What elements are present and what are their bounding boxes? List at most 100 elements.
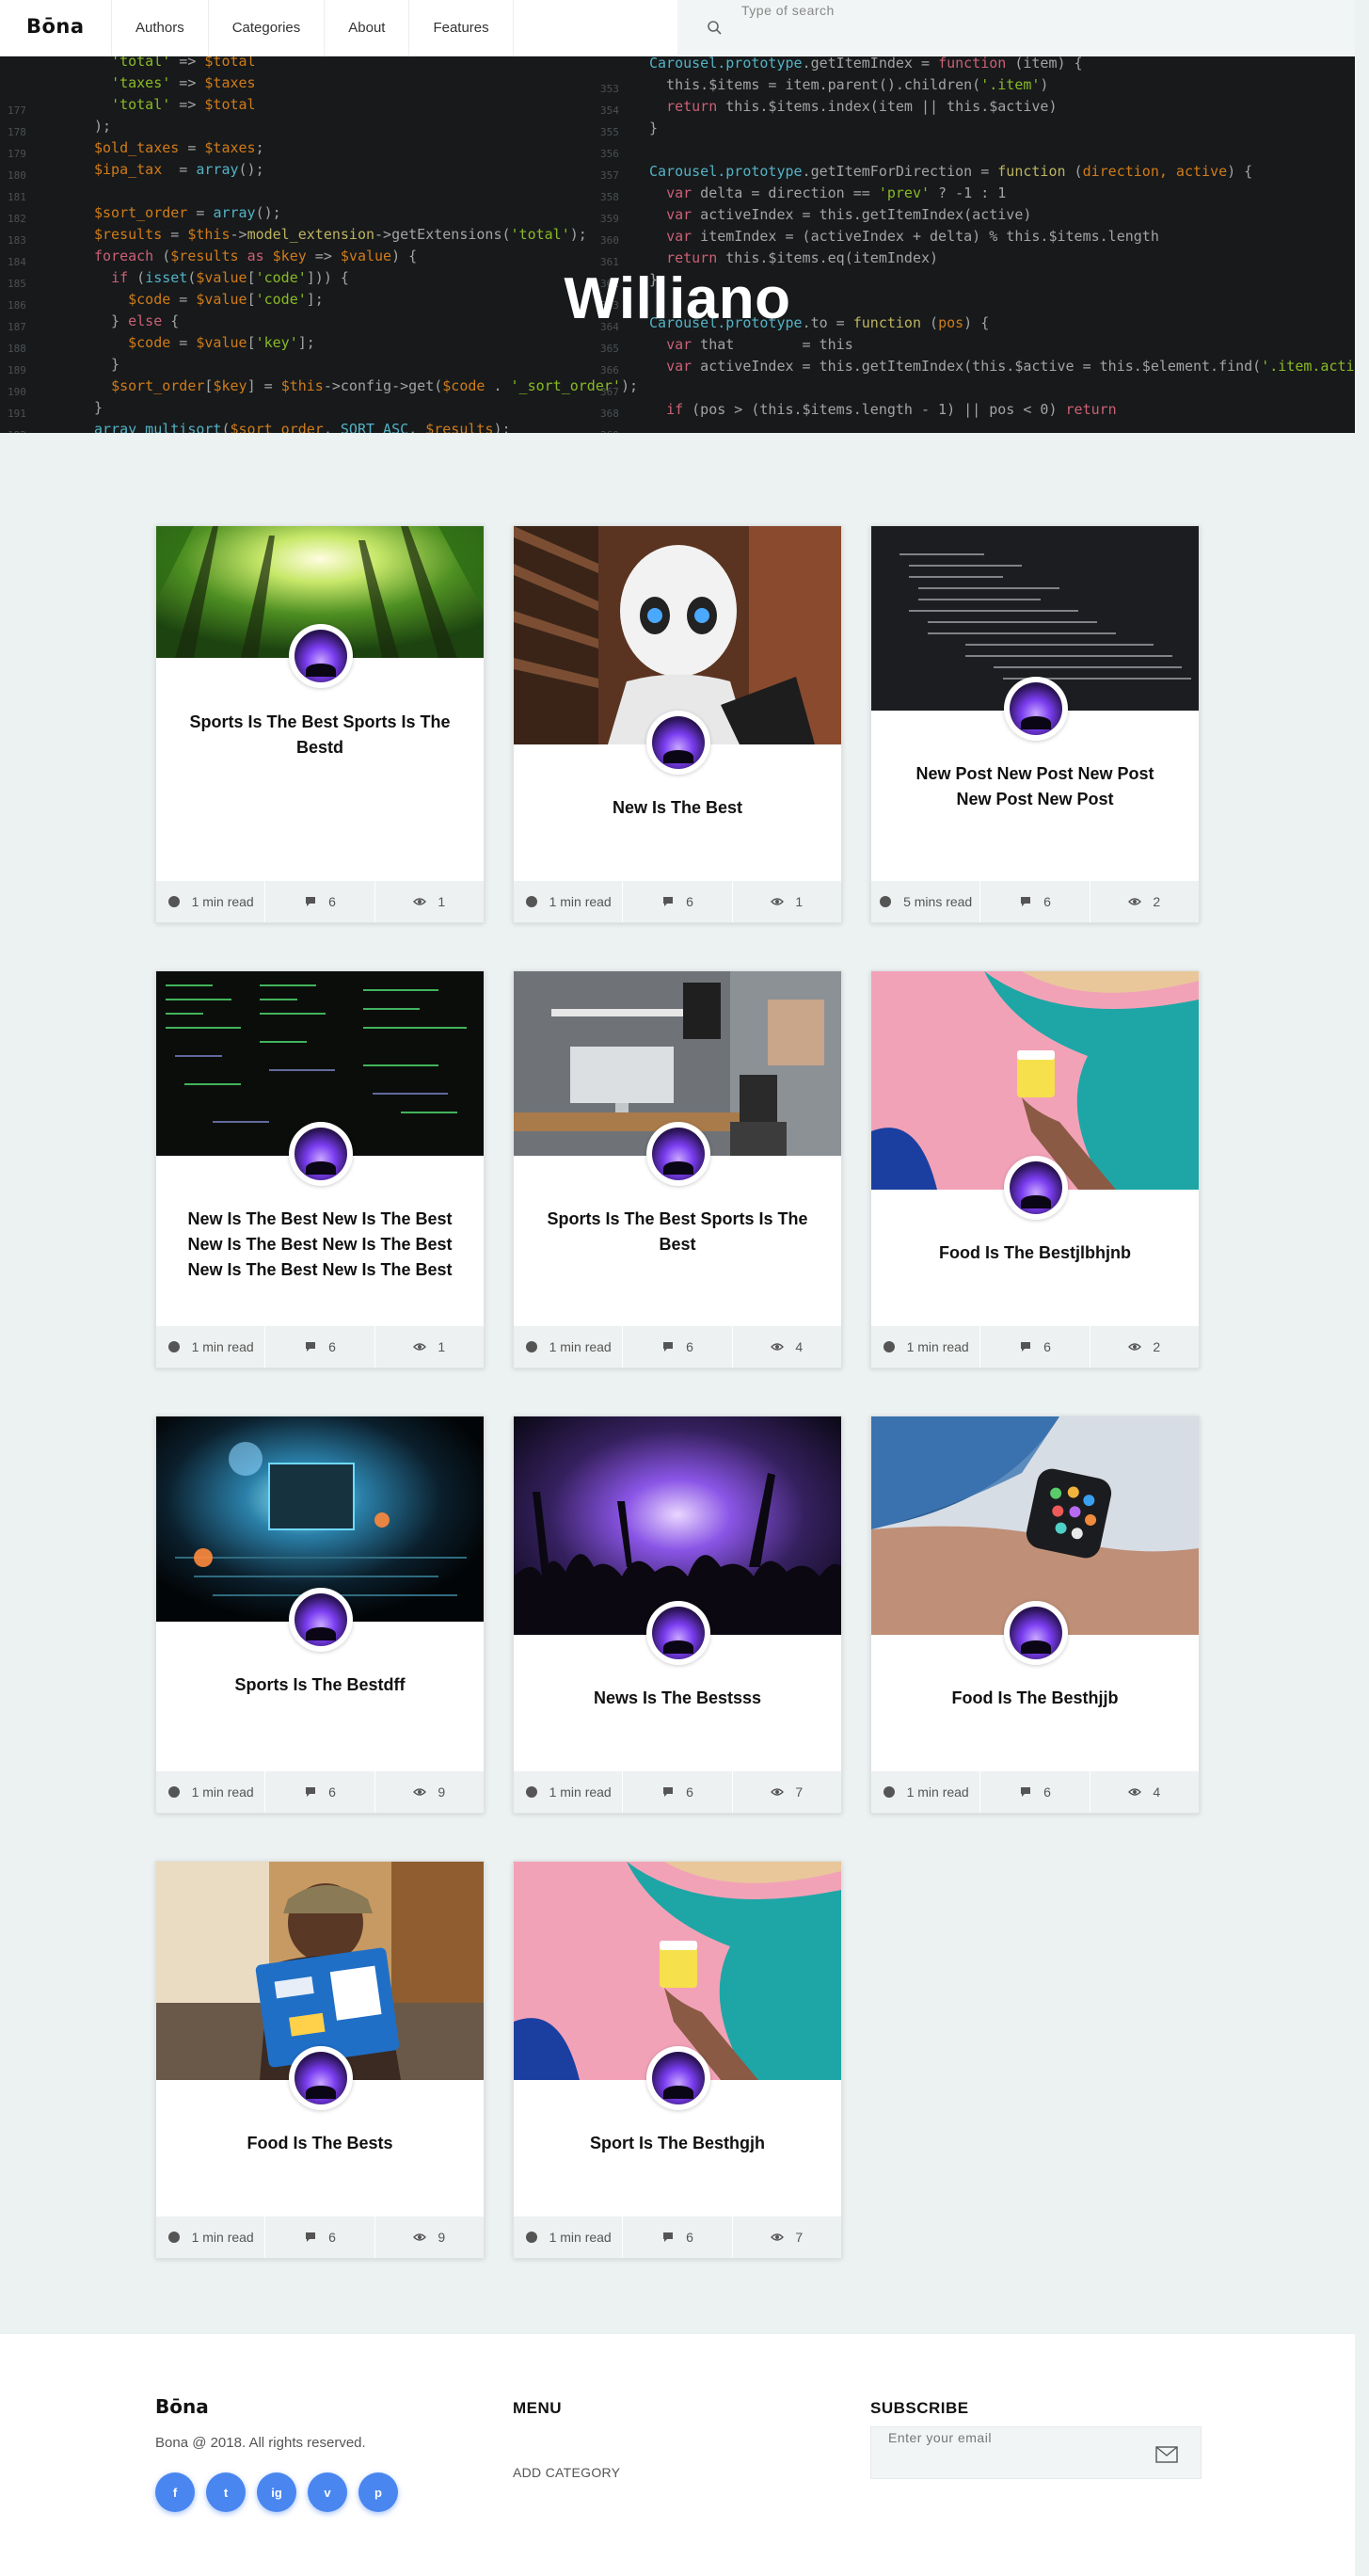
author-avatar[interactable] [646, 1122, 710, 1186]
hero-overlay [0, 56, 1355, 433]
clock-icon [525, 896, 537, 907]
search-icon[interactable] [706, 19, 724, 38]
mail-icon[interactable] [1155, 2446, 1178, 2463]
comment-count: 6 [265, 2216, 375, 2258]
clock-icon [883, 1341, 895, 1352]
menu-heading: MENU [513, 2399, 563, 2417]
post-title[interactable]: Food Is The Besthjjb [899, 1686, 1170, 1711]
clock-icon [167, 1341, 180, 1352]
post-title[interactable]: News Is The Bestsss [542, 1686, 813, 1711]
view-count: 2 [1090, 881, 1199, 922]
comment-count: 6 [623, 881, 733, 922]
post-card[interactable]: Sports Is The Best Sports Is The Bestd 1… [155, 525, 485, 923]
pinterest-icon[interactable]: p [358, 2472, 398, 2512]
hero-title: Williano [564, 266, 791, 331]
nav-about[interactable]: About [325, 0, 410, 56]
clock-icon [883, 1786, 895, 1798]
author-avatar[interactable] [289, 1588, 353, 1652]
post-stats: 1 min read 6 2 [871, 1326, 1199, 1368]
comment-icon [1021, 1342, 1031, 1352]
read-time: 1 min read [156, 1771, 266, 1813]
nav-categories[interactable]: Categories [209, 0, 326, 56]
nav-authors[interactable]: Authors [112, 0, 209, 56]
view-count: 9 [375, 1771, 484, 1813]
eye-icon [413, 1343, 427, 1351]
search-box [677, 0, 1355, 56]
eye-icon [771, 2233, 785, 2241]
read-time: 1 min read [156, 2216, 266, 2258]
post-card[interactable]: Food Is The Bestjlbhjnb 1 min read 6 2 [870, 970, 1200, 1368]
post-title[interactable]: New Post New Post New Post New Post New … [899, 761, 1170, 812]
author-avatar[interactable] [646, 2046, 710, 2110]
comment-count: 6 [265, 1771, 375, 1813]
post-card[interactable]: New Is The Best 1 min read 6 1 [513, 525, 842, 923]
post-card[interactable]: New Post New Post New Post New Post New … [870, 525, 1200, 923]
post-card[interactable]: Sports Is The Best Sports Is The Best 1 … [513, 970, 842, 1368]
post-title[interactable]: Sports Is The Best Sports Is The Best [542, 1207, 813, 1257]
post-title[interactable]: Sports Is The Bestdff [184, 1672, 455, 1698]
subscribe-form [870, 2426, 1202, 2479]
post-title[interactable]: Sport Is The Besthgjh [542, 2131, 813, 2156]
author-avatar[interactable] [646, 711, 710, 775]
comment-count: 6 [623, 1771, 733, 1813]
comment-icon [306, 2232, 316, 2242]
comment-icon [663, 2232, 674, 2242]
nav-features[interactable]: Features [409, 0, 514, 56]
facebook-icon[interactable]: f [155, 2472, 195, 2512]
comment-icon [663, 1787, 674, 1797]
read-time: 1 min read [514, 2216, 624, 2258]
view-count: 4 [1090, 1771, 1199, 1813]
post-stats: 1 min read 6 4 [871, 1771, 1199, 1813]
comment-count: 6 [980, 1326, 1090, 1368]
author-avatar[interactable] [1004, 1156, 1068, 1220]
author-avatar[interactable] [289, 624, 353, 688]
post-title[interactable]: Sports Is The Best Sports Is The Bestd [184, 710, 455, 760]
post-title[interactable]: New Is The Best New Is The Best New Is T… [184, 1207, 455, 1283]
author-avatar[interactable] [646, 1601, 710, 1665]
post-title[interactable]: Food Is The Bestjlbhjnb [899, 1240, 1170, 1266]
view-count: 1 [733, 881, 841, 922]
author-avatar[interactable] [289, 1122, 353, 1186]
comment-icon [663, 1342, 674, 1352]
read-time: 1 min read [156, 881, 266, 922]
view-count: 1 [375, 1326, 484, 1368]
post-card[interactable]: Sports Is The Bestdff 1 min read 6 9 [155, 1416, 485, 1814]
eye-icon [771, 1343, 785, 1351]
read-time: 1 min read [514, 1326, 624, 1368]
read-time: 1 min read [514, 1771, 624, 1813]
search-input[interactable] [741, 0, 1325, 21]
read-time: 1 min read [871, 1326, 981, 1368]
post-stats: 1 min read 6 4 [514, 1326, 841, 1368]
view-count: 9 [375, 2216, 484, 2258]
clock-icon [167, 896, 180, 907]
post-card[interactable]: News Is The Bestsss 1 min read 6 7 [513, 1416, 842, 1814]
post-stats: 1 min read 6 7 [514, 2216, 841, 2258]
post-stats: 1 min read 6 7 [514, 1771, 841, 1813]
instagram-icon[interactable]: ig [257, 2472, 296, 2512]
post-stats: 5 mins read 6 2 [871, 881, 1199, 922]
clock-icon [167, 1786, 180, 1798]
email-field[interactable] [888, 2427, 1152, 2448]
post-card[interactable]: Food Is The Besthjjb 1 min read 6 4 [870, 1416, 1200, 1814]
view-count: 7 [733, 2216, 841, 2258]
footer-logo[interactable]: Bōna [155, 2395, 209, 2418]
twitter-icon[interactable]: t [206, 2472, 246, 2512]
copyright-text: Bona @ 2018. All rights reserved. [155, 2435, 366, 2451]
main-nav: Authors Categories About Features [111, 0, 514, 56]
author-avatar[interactable] [1004, 1601, 1068, 1665]
comment-count: 6 [623, 1326, 733, 1368]
post-title[interactable]: Food Is The Bests [184, 2131, 455, 2156]
post-title[interactable]: New Is The Best [542, 795, 813, 821]
vimeo-icon[interactable]: v [308, 2472, 347, 2512]
post-card[interactable]: New Is The Best New Is The Best New Is T… [155, 970, 485, 1368]
author-avatar[interactable] [289, 2046, 353, 2110]
post-stats: 1 min read 6 1 [156, 1326, 484, 1368]
eye-icon [771, 898, 785, 905]
add-category-link[interactable]: ADD CATEGORY [513, 2465, 620, 2480]
comment-icon [1021, 1787, 1031, 1797]
author-avatar[interactable] [1004, 677, 1068, 741]
post-card[interactable]: Sport Is The Besthgjh 1 min read 6 7 [513, 1861, 842, 2259]
post-card[interactable]: Food Is The Bests 1 min read 6 9 [155, 1861, 485, 2259]
site-logo[interactable]: Bōna [26, 15, 85, 38]
clock-icon [525, 2232, 537, 2243]
